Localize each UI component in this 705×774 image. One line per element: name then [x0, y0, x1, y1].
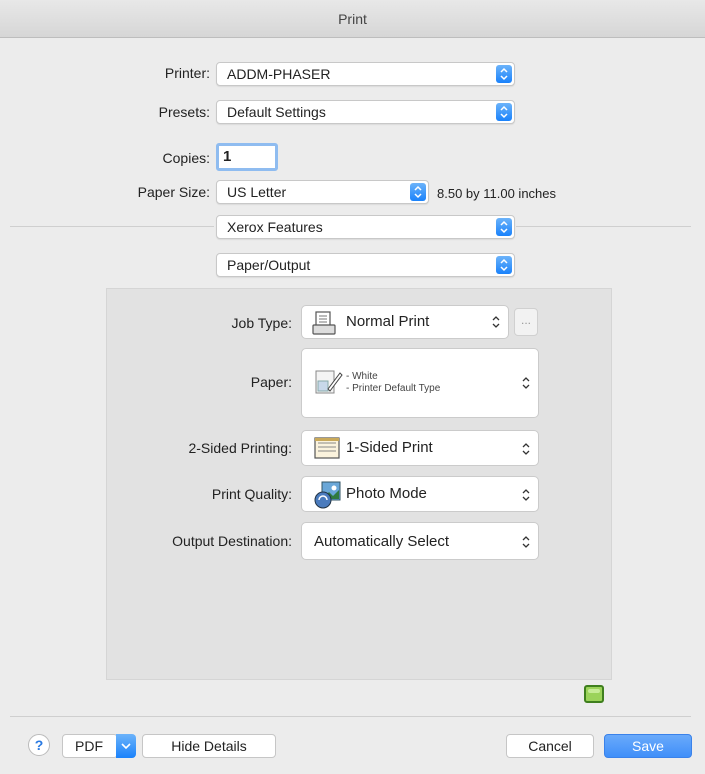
output-destination-label: Output Destination:	[172, 533, 292, 549]
updown-arrows-icon	[522, 488, 530, 506]
chevron-updown-icon	[496, 65, 512, 83]
photo-icon	[314, 481, 342, 513]
paper-color: - White	[346, 371, 378, 382]
updown-arrows-icon	[522, 535, 530, 553]
copies-label: Copies:	[162, 150, 210, 166]
hide-details-button[interactable]: Hide Details	[142, 734, 276, 758]
presets-label: Presets:	[158, 104, 210, 120]
job-type-value: Normal Print	[346, 313, 430, 330]
paper-icon	[314, 367, 344, 401]
printer-popup[interactable]: ADDM-PHASER	[216, 62, 515, 86]
output-destination-select[interactable]: Automatically Select	[301, 522, 539, 560]
document-icon	[312, 311, 336, 339]
two-sided-label: 2-Sided Printing:	[188, 440, 292, 456]
printer-label: Printer:	[164, 65, 210, 81]
updown-arrows-icon	[492, 315, 500, 333]
paper-size-value: US Letter	[227, 184, 287, 200]
print-quality-value: Photo Mode	[346, 485, 427, 502]
help-icon[interactable]: ?	[28, 734, 50, 756]
duplex-icon	[314, 437, 340, 463]
chevron-down-icon[interactable]	[116, 734, 136, 758]
pdf-button[interactable]: PDF	[62, 734, 118, 758]
section-popup[interactable]: Paper/Output	[216, 253, 515, 277]
job-type-select[interactable]: Normal Print	[301, 305, 509, 339]
output-destination-value: Automatically Select	[314, 533, 450, 550]
section-value: Paper/Output	[227, 257, 311, 273]
copies-field[interactable]: 1	[216, 143, 278, 171]
two-sided-value: 1-Sided Print	[346, 439, 433, 456]
window-title: Print	[0, 0, 705, 38]
chevron-updown-icon	[496, 103, 512, 121]
presets-popup[interactable]: Default Settings	[216, 100, 515, 124]
presets-value: Default Settings	[227, 104, 326, 120]
divider-right	[516, 226, 691, 227]
status-icon[interactable]	[584, 685, 604, 703]
feature-set-popup[interactable]: Xerox Features	[216, 215, 515, 239]
feature-set-value: Xerox Features	[227, 219, 323, 235]
print-quality-label: Print Quality:	[211, 486, 292, 502]
job-type-label: Job Type:	[231, 315, 292, 331]
job-type-more-button[interactable]: ...	[514, 308, 538, 336]
updown-arrows-icon	[522, 376, 530, 394]
two-sided-select[interactable]: 1-Sided Print	[301, 430, 539, 466]
updown-arrows-icon	[522, 442, 530, 460]
print-quality-select[interactable]: Photo Mode	[301, 476, 539, 512]
printer-value: ADDM-PHASER	[227, 66, 331, 82]
paper-size-popup[interactable]: US Letter	[216, 180, 429, 204]
chevron-updown-icon	[410, 183, 426, 201]
divider-left	[10, 226, 214, 227]
save-button[interactable]: Save	[604, 734, 692, 758]
paper-type: - Printer Default Type	[346, 383, 441, 394]
paper-dimensions: 8.50 by 11.00 inches	[437, 186, 557, 201]
chevron-updown-icon	[496, 218, 512, 236]
chevron-updown-icon	[496, 256, 512, 274]
paper-size-label: Paper Size:	[137, 184, 210, 200]
cancel-button[interactable]: Cancel	[506, 734, 594, 758]
paper-label: Paper:	[250, 374, 292, 390]
paper-select[interactable]: - White - Printer Default Type	[301, 348, 539, 418]
footer-divider	[10, 716, 691, 717]
